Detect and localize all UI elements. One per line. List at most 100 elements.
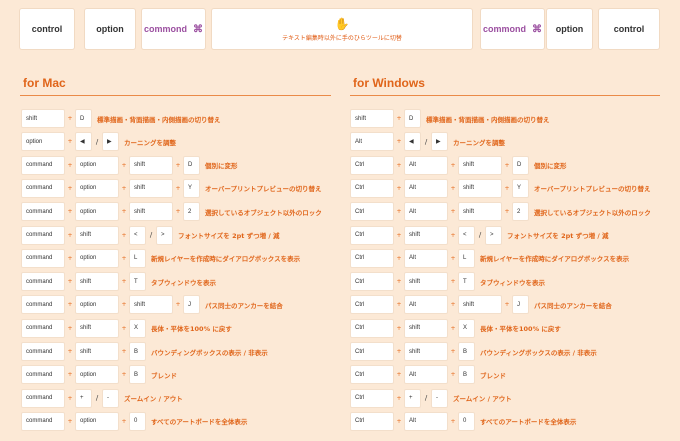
key-cap: Ctrl	[351, 273, 393, 291]
command-icon: ⌘	[193, 23, 203, 35]
plus-icon: +	[396, 115, 402, 122]
plus-icon: +	[396, 184, 402, 192]
plus-icon: +	[450, 301, 456, 309]
plus-icon: +	[396, 231, 402, 239]
key-cap: option	[22, 133, 64, 151]
key-label: control	[31, 24, 63, 34]
plus-icon: +	[450, 371, 456, 379]
plus-icon: +	[504, 301, 510, 309]
plus-icon: +	[450, 208, 456, 216]
key-cap: shift	[76, 343, 118, 360]
plus-icon: +	[504, 184, 510, 192]
shortcut-description: 選択しているオブジェクト以外のロック	[205, 208, 322, 217]
plus-icon: +	[450, 184, 456, 192]
shortcut-row: command + option + shift + D 個別に変形	[22, 156, 238, 174]
shortcut-description: 選択しているオブジェクト以外のロック	[534, 208, 651, 217]
control-key-right: control	[599, 9, 659, 49]
shortcut-row: Ctrl + Alt +0 すべてのアートボードを全体表示	[351, 412, 577, 430]
key-cap: Ctrl	[351, 226, 393, 244]
or-separator: /	[95, 394, 99, 403]
shortcut-description: ブレンド	[480, 371, 506, 380]
plus-icon: +	[67, 278, 73, 286]
key-cap: J	[184, 296, 199, 314]
windows-divider	[350, 95, 660, 96]
key-cap: option	[76, 249, 118, 267]
key-cap: 2	[184, 203, 199, 221]
plus-icon: +	[121, 231, 127, 239]
shortcut-description: 長体・平体を100% に戻す	[480, 325, 561, 334]
key-cap: 2	[513, 203, 528, 221]
plus-icon: +	[121, 254, 127, 262]
key-cap: command	[22, 319, 64, 337]
key-cap: B	[459, 366, 474, 384]
plus-icon: +	[67, 208, 73, 216]
key-cap: shift	[459, 156, 501, 174]
key-cap: J	[513, 296, 528, 314]
key-cap: <	[459, 226, 474, 244]
shortcut-description: タブウィンドウを表示	[151, 278, 216, 287]
key-cap: Ctrl	[351, 389, 393, 407]
option-key-right: option	[547, 9, 592, 49]
key-cap: command	[22, 366, 64, 384]
shortcut-row: command + option +0 すべてのアートボードを全体表示	[22, 412, 247, 430]
key-cap: option	[76, 412, 118, 430]
key-cap: option	[76, 156, 118, 174]
shortcut-description: すべてのアートボードを全体表示	[480, 418, 577, 427]
key-cap: ▶	[432, 133, 447, 151]
shortcut-description: カーニングを調整	[124, 138, 176, 147]
plus-icon: +	[175, 301, 181, 309]
key-cap: L	[130, 249, 145, 267]
key-cap: Ctrl	[351, 319, 393, 337]
plus-icon: +	[396, 161, 402, 169]
key-cap: D	[513, 156, 528, 174]
key-label: commond	[143, 24, 187, 34]
key-cap: Alt	[405, 179, 447, 197]
plus-icon: +	[67, 348, 73, 355]
key-cap: Ctrl	[351, 343, 393, 360]
windows-section-title: for Windows	[353, 76, 425, 90]
plus-icon: +	[396, 324, 402, 332]
shortcut-row: shift + D 標準描画・背面描画・内側描画の切り替え	[22, 110, 221, 127]
command-icon: ⌘	[532, 23, 542, 35]
key-cap: -	[432, 389, 447, 407]
key-cap: Alt	[405, 296, 447, 314]
key-cap: ◀	[405, 133, 420, 151]
key-cap: B	[130, 366, 145, 384]
shortcut-row: Ctrl + shift + T タブウィンドウを表示	[351, 273, 545, 291]
key-cap: Ctrl	[351, 296, 393, 314]
key-cap: Alt	[405, 156, 447, 174]
plus-icon: +	[121, 324, 127, 332]
plus-icon: +	[67, 184, 73, 192]
shortcut-row: command + option + shift + Y オーバープリントプレビューの切り替え	[22, 179, 322, 197]
shortcut-row: Alt + ◀ / ▶ カーニングを調整	[351, 133, 505, 151]
key-cap: Ctrl	[351, 203, 393, 221]
plus-icon: +	[396, 301, 402, 309]
key-cap: <	[130, 226, 145, 244]
key-cap: X	[130, 319, 145, 337]
key-label: option	[555, 24, 584, 34]
plus-icon: +	[121, 417, 127, 425]
option-key-left: option	[85, 9, 135, 49]
key-cap: Alt	[351, 133, 393, 151]
shortcut-description: パス同士のアンカーを結合	[534, 301, 612, 310]
key-cap: command	[22, 273, 64, 291]
key-cap: shift	[76, 319, 118, 337]
key-cap: Ctrl	[351, 156, 393, 174]
key-cap: command	[22, 249, 64, 267]
plus-icon: +	[67, 254, 73, 262]
key-cap: Alt	[405, 412, 447, 430]
plus-icon: +	[67, 231, 73, 239]
shortcut-description: タブウィンドウを表示	[480, 278, 545, 287]
key-label: option	[96, 24, 124, 34]
shortcut-description: 長体・平体を100% に戻す	[151, 325, 232, 334]
key-cap: Ctrl	[351, 412, 393, 430]
key-cap: 0	[130, 412, 145, 430]
shortcut-row: Ctrl + Alt + shift + D 個別に変形	[351, 156, 567, 174]
or-separator: /	[95, 137, 99, 146]
plus-icon: +	[396, 371, 402, 379]
shortcut-row: Ctrl + shift + X 長体・平体を100% に戻す	[351, 319, 561, 337]
shortcut-row: command + shift + X 長体・平体を100% に戻す	[22, 319, 232, 337]
shortcut-row: shift + D 標準描画・背面描画・内側描画の切り替え	[351, 110, 550, 127]
space-key-label: テキスト編集時以外に手のひらツールに切替	[282, 35, 402, 42]
key-cap: Y	[513, 179, 528, 197]
